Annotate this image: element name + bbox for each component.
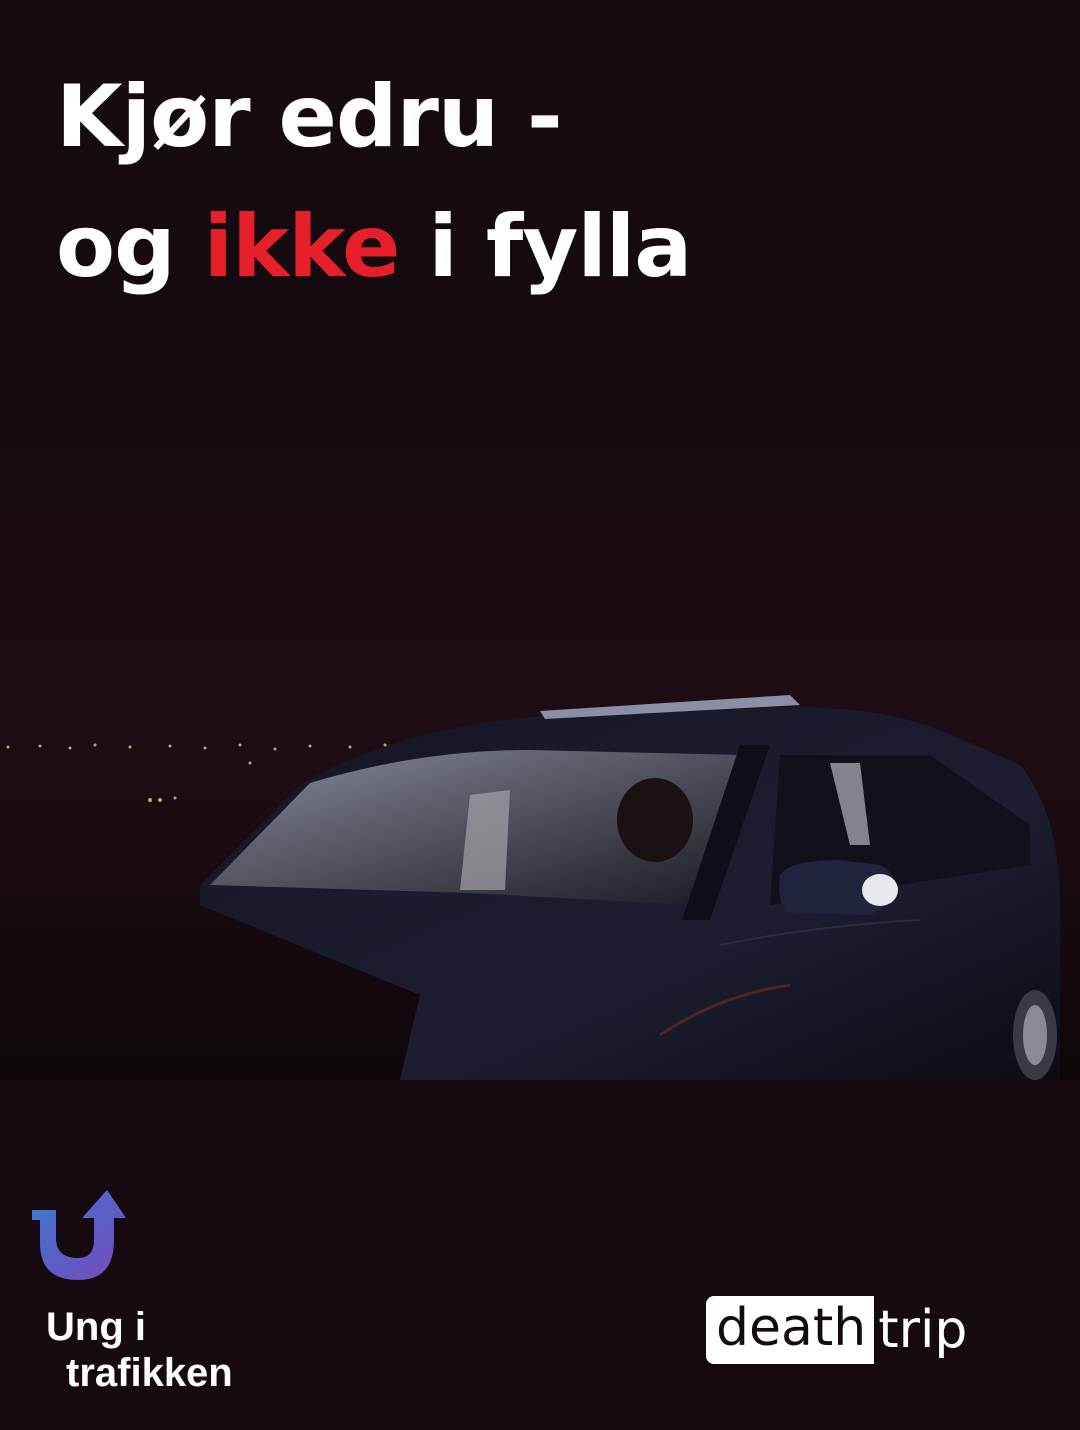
deathtrip-logo-death: death <box>706 1296 875 1364</box>
u-turn-arrow-icon <box>32 1190 126 1280</box>
car-at-night-image <box>0 345 1080 1080</box>
car-illustration <box>0 345 1080 1080</box>
headline-line-1: Kjør edru - <box>56 67 563 167</box>
ung-i-trafikken-logo <box>30 1188 130 1283</box>
ung-line-2: trafikken <box>66 1351 233 1395</box>
deathtrip-logo: death trip <box>706 1296 967 1364</box>
ung-line-1: Ung i <box>46 1305 146 1349</box>
headline-line-2: og ikke i fylla <box>56 182 692 312</box>
headline-line-2-start: og <box>56 197 204 297</box>
headline: Kjør edru - og ikke i fylla <box>56 52 692 312</box>
ung-i-trafikken-text: Ung i trafikken <box>46 1304 233 1396</box>
headline-line-2-end: i fylla <box>399 197 692 297</box>
headline-accent-word: ikke <box>203 197 401 297</box>
deathtrip-logo-trip: trip <box>878 1300 968 1360</box>
